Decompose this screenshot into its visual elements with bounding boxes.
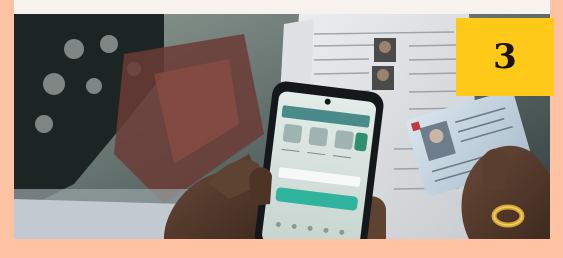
number-badge: 3: [456, 18, 554, 96]
top-strip: [14, 0, 550, 14]
badge-number: 3: [493, 37, 517, 77]
